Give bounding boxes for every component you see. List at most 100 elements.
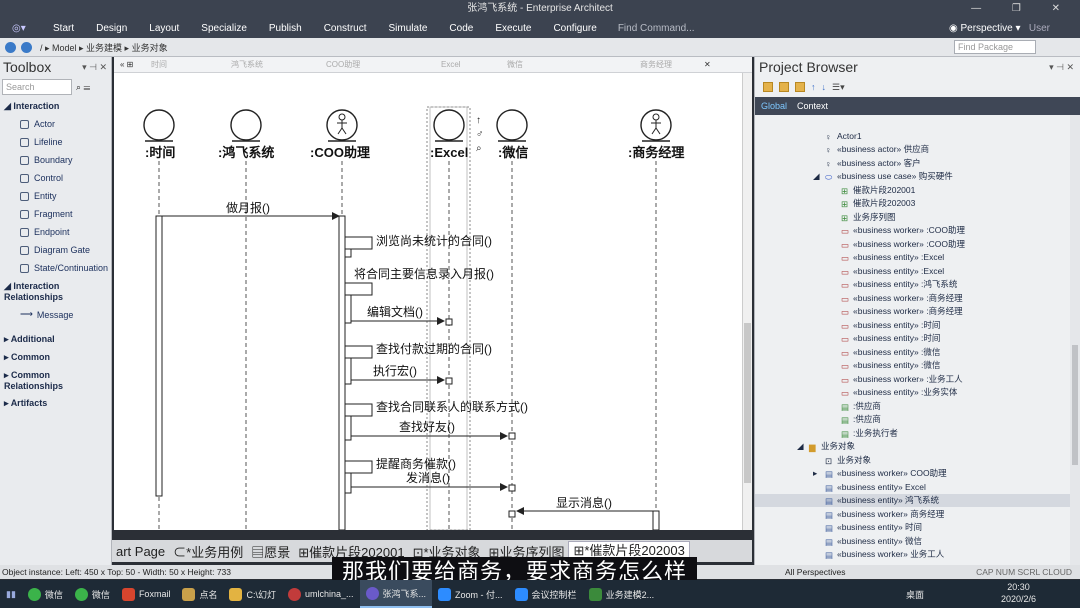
- app-logo-icon[interactable]: ◎▾: [0, 23, 42, 34]
- menu-code[interactable]: Code: [438, 23, 484, 34]
- breadcrumb[interactable]: / ▸ Model ▸ 业务建模 ▸ 业务对象: [40, 41, 168, 54]
- tree-item[interactable]: ▭ «business entity» :Excel: [755, 251, 1080, 265]
- tool-message[interactable]: ⟶ Message: [0, 305, 111, 324]
- tool-endpoint[interactable]: Endpoint: [0, 223, 111, 241]
- taskbar-item-zoom[interactable]: Zoom - 付...: [432, 580, 509, 608]
- menu-configure[interactable]: Configure: [542, 23, 607, 34]
- tree-item[interactable]: ▤ «business worker» 商务经理: [755, 507, 1080, 521]
- tree-item[interactable]: ▭ «business worker» :商务经理: [755, 291, 1080, 305]
- toolbox-group-interaction[interactable]: ◢ Interaction: [0, 97, 111, 115]
- tree-item[interactable]: ▤ «business entity» Excel: [755, 480, 1080, 494]
- forward-icon[interactable]: [21, 41, 32, 53]
- sequence-diagram-canvas[interactable]: « ⊞ 时间 鸿飞系统 COO助理 Excel 微信 商务经理 ✕ ↑ ♂ ⌕ …: [114, 57, 752, 530]
- tree-item[interactable]: ▭ «business entity» :微信: [755, 345, 1080, 359]
- tab-vision[interactable]: ▤愿景: [247, 542, 294, 561]
- menu-publish[interactable]: Publish: [258, 23, 313, 34]
- menu-execute[interactable]: Execute: [484, 23, 542, 34]
- tab-global[interactable]: Global: [761, 101, 787, 111]
- toolbox-group-interaction-relationships[interactable]: ◢ Interaction Relationships: [0, 277, 111, 305]
- taskbar-item-foxmail[interactable]: Foxmail: [116, 580, 177, 608]
- expand-icon[interactable]: ▸: [813, 468, 825, 479]
- taskbar-item-business-modeling[interactable]: 业务建模2...: [583, 580, 661, 608]
- find-package-input[interactable]: Find Package: [954, 40, 1036, 54]
- browser-menu-icon[interactable]: ☰▾: [832, 82, 845, 93]
- search-icon[interactable]: ⌕ ☰: [76, 82, 90, 93]
- menu-specialize[interactable]: Specialize: [190, 23, 258, 34]
- tree-item[interactable]: ▭ «business worker» :业务工人: [755, 372, 1080, 386]
- tool-lifeline[interactable]: Lifeline: [0, 133, 111, 151]
- tool-control[interactable]: Control: [0, 169, 111, 187]
- menu-construct[interactable]: Construct: [313, 23, 378, 34]
- tab-business-use-case[interactable]: ⊂*业务用例: [169, 542, 247, 561]
- expand-icon[interactable]: ◢: [813, 171, 825, 182]
- new-element-icon[interactable]: [795, 82, 805, 92]
- tool-entity[interactable]: Entity: [0, 187, 111, 205]
- toolbox-search-input[interactable]: Search: [2, 79, 72, 95]
- tree-item[interactable]: ▭ «business entity» :时间: [755, 332, 1080, 346]
- tab-start-page[interactable]: art Page: [112, 544, 169, 559]
- tree-item[interactable]: ▭ «business entity» :微信: [755, 359, 1080, 373]
- tree-item[interactable]: ▤:供应商: [755, 399, 1080, 413]
- taskbar-item-rollcall[interactable]: 点名: [176, 580, 223, 608]
- tool-state-continuation[interactable]: State/Continuation: [0, 259, 111, 277]
- find-command-input[interactable]: Find Command...: [618, 23, 695, 34]
- tree-item[interactable]: ▤:业务执行者: [755, 426, 1080, 440]
- desktop-button[interactable]: 桌面: [900, 580, 930, 608]
- lifeline-business-manager[interactable]: [640, 109, 672, 530]
- tree-item[interactable]: ▤:供应商: [755, 413, 1080, 427]
- diagram-vertical-scrollbar[interactable]: [742, 73, 752, 530]
- window-controls[interactable]: — ❐ ✕: [971, 0, 1074, 18]
- panel-pin-icon[interactable]: ▾ ⊣ ✕: [1049, 62, 1080, 73]
- tool-diagram-gate[interactable]: Diagram Gate: [0, 241, 111, 259]
- taskbar-item-wechat-2[interactable]: 微信: [69, 580, 116, 608]
- taskbar-item-slides-folder[interactable]: C:\幻灯: [223, 580, 282, 608]
- toolbox-group-common-relationships[interactable]: ▸ Common Relationships: [0, 366, 111, 394]
- system-clock[interactable]: 20:30 2020/2/6: [1001, 581, 1036, 605]
- tree-item[interactable]: ▭ «business entity» :鸿飞系统: [755, 278, 1080, 292]
- taskbar-item-meeting-controls[interactable]: 会议控制栏: [509, 580, 583, 608]
- tree-item[interactable]: ◢ ⬭ «business use case» 购买硬件: [755, 170, 1080, 184]
- menu-start[interactable]: Start: [42, 23, 85, 34]
- tool-boundary[interactable]: Boundary: [0, 151, 111, 169]
- tool-actor[interactable]: Actor: [0, 115, 111, 133]
- toolbox-group-common[interactable]: ▸ Common: [0, 348, 111, 366]
- panel-pin-icon[interactable]: ▾ ⊣ ✕: [82, 62, 111, 73]
- tree-item[interactable]: ◢ ▆ 业务对象: [755, 440, 1080, 454]
- diagram-close-icon[interactable]: ✕: [704, 60, 711, 69]
- tab-context[interactable]: Context: [797, 101, 828, 111]
- lifeline-wechat[interactable]: [496, 109, 528, 530]
- tree-item[interactable]: ♀ «business actor» 供应商: [755, 143, 1080, 157]
- menu-design[interactable]: Design: [85, 23, 138, 34]
- back-icon[interactable]: [5, 41, 16, 53]
- browser-vertical-scrollbar[interactable]: [1070, 115, 1080, 565]
- status-perspective[interactable]: All Perspectives: [785, 565, 845, 579]
- new-diagram-icon[interactable]: [779, 82, 789, 92]
- diagram-nav-icon[interactable]: « ⊞: [120, 60, 133, 69]
- taskbar-item-ea[interactable]: 张鸿飞系...: [359, 580, 433, 608]
- tree-item[interactable]: ▭ «business worker» :商务经理: [755, 305, 1080, 319]
- lifeline-hongfei-system[interactable]: [230, 109, 262, 530]
- tree-item[interactable]: ▤ «business entity» 时间: [755, 521, 1080, 535]
- tool-fragment[interactable]: Fragment: [0, 205, 111, 223]
- tree-item[interactable]: ♀ «business actor» 客户: [755, 156, 1080, 170]
- new-package-icon[interactable]: [763, 82, 773, 92]
- menu-simulate[interactable]: Simulate: [378, 23, 439, 34]
- tree-item[interactable]: ⊞ 业务序列图: [755, 210, 1080, 224]
- tree-item[interactable]: ▤ «business entity» 微信: [755, 534, 1080, 548]
- tree-item[interactable]: ♀ Actor1: [755, 129, 1080, 143]
- tree-item[interactable]: ⊞ 催款片段202003: [755, 197, 1080, 211]
- start-button[interactable]: ▮▮: [0, 580, 22, 608]
- toolbox-group-additional[interactable]: ▸ Additional: [0, 330, 111, 348]
- tree-item[interactable]: ▭ «business worker» :COO助理: [755, 224, 1080, 238]
- perspective-button[interactable]: ◉ Perspective ▾ User: [949, 23, 1050, 34]
- tree-item[interactable]: ⊞ 催款片段202001: [755, 183, 1080, 197]
- tree-item[interactable]: ▭ «business worker» :COO助理: [755, 237, 1080, 251]
- move-up-icon[interactable]: ↑: [811, 82, 816, 92]
- tree-item-selected[interactable]: ▤ «business entity» 鸿飞系统: [755, 493, 1080, 507]
- taskbar-item-wechat[interactable]: 微信: [22, 580, 69, 608]
- taskbar-item-umlchina[interactable]: umlchina_...: [282, 580, 360, 608]
- move-down-icon[interactable]: ↓: [822, 82, 827, 92]
- tree-item[interactable]: ▭ «business entity» :业务实体: [755, 386, 1080, 400]
- menu-layout[interactable]: Layout: [138, 23, 190, 34]
- tree-item[interactable]: ⊡ 业务对象: [755, 453, 1080, 467]
